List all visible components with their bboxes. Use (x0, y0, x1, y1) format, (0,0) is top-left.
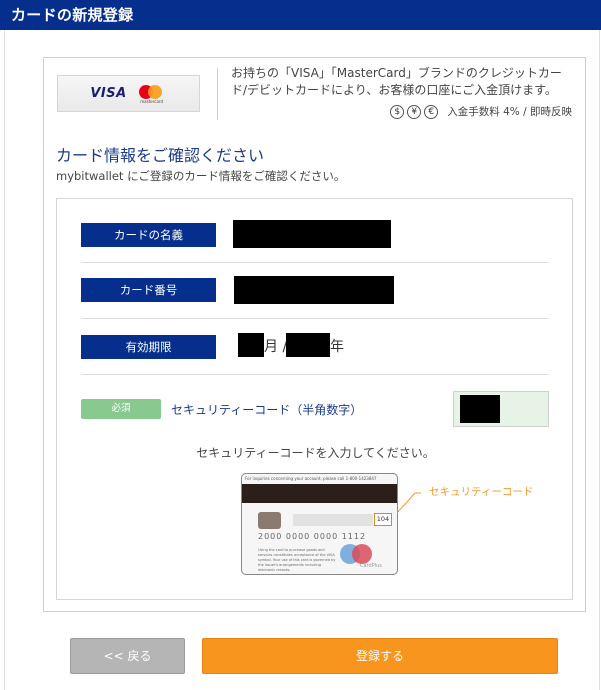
card-number-row: カード番号 (81, 263, 549, 319)
security-code-input[interactable] (453, 391, 549, 427)
expiry-year-suffix: 年 (330, 339, 344, 355)
callout-pointer (397, 492, 421, 514)
fee-info: $ ¥ € 入金手数料 4% / 即時反映 (390, 104, 572, 119)
back-button[interactable]: << 戻る (70, 638, 185, 674)
card-name-row: カードの名義 (81, 211, 549, 263)
security-code-value-redacted (460, 395, 500, 423)
card-chip (258, 512, 281, 529)
sample-security-code: 104 (374, 513, 392, 526)
deposit-info-text: お持ちの「VISA」「MasterCard」ブランドのクレジットカード/デビット… (231, 66, 562, 97)
registration-panel: VISA mastercard お持ちの「VISA」「MasterCard」ブラ… (43, 57, 586, 612)
divider (217, 68, 218, 120)
card-back-illustration: For inquiries concerning your account, p… (241, 473, 398, 575)
expiry-label: 有効期限 (81, 335, 216, 359)
expiry-month-suffix: 月 / (264, 339, 288, 355)
fee-text: 入金手数料 4% / 即時反映 (447, 106, 572, 118)
magnetic-stripe (242, 484, 397, 503)
card-name-label: カードの名義 (81, 223, 216, 247)
section-description: mybitwallet にご登録のカード情報をご確認ください。 (56, 169, 346, 183)
page-header: カードの新規登録 (0, 0, 601, 30)
brand-circle-right (352, 544, 372, 564)
card-fine-print: Using the card to purchase goods and ser… (258, 548, 336, 572)
required-badge: 必須 (81, 399, 161, 419)
section-title: カード情報をご確認ください (56, 146, 265, 165)
security-code-callout: セキュリティーコード (429, 486, 534, 498)
euro-icon: € (424, 104, 439, 119)
expiry-year-redacted (286, 333, 330, 357)
mastercard-logo: mastercard (137, 84, 167, 104)
signature-strip (293, 514, 373, 526)
card-brand-text: CardPlus (360, 563, 382, 569)
card-top-text: For inquiries concerning your account, p… (245, 476, 377, 481)
card-number-label: カード番号 (81, 278, 216, 302)
card-info-box: カードの名義 カード番号 有効期限 月 / 年 必須 セキュリティーコード（半角… (56, 198, 573, 600)
security-code-label: セキュリティーコード（半角数字） (171, 403, 363, 417)
register-button[interactable]: 登録する (202, 638, 558, 674)
yen-icon: ¥ (407, 104, 422, 119)
expiry-row: 有効期限 月 / 年 (81, 319, 549, 375)
visa-logo: VISA (90, 86, 127, 101)
page-title: カードの新規登録 (11, 6, 134, 24)
security-code-hint: セキュリティーコードを入力してください。 (196, 446, 435, 460)
card-number-value-redacted (234, 276, 394, 304)
card-name-value-redacted (233, 220, 391, 248)
card-brand-logos: VISA mastercard (57, 75, 200, 112)
card-sample-number: 2000 0000 0000 1112 (258, 532, 367, 541)
expiry-month-redacted (238, 333, 264, 357)
dollar-icon: $ (390, 104, 405, 119)
